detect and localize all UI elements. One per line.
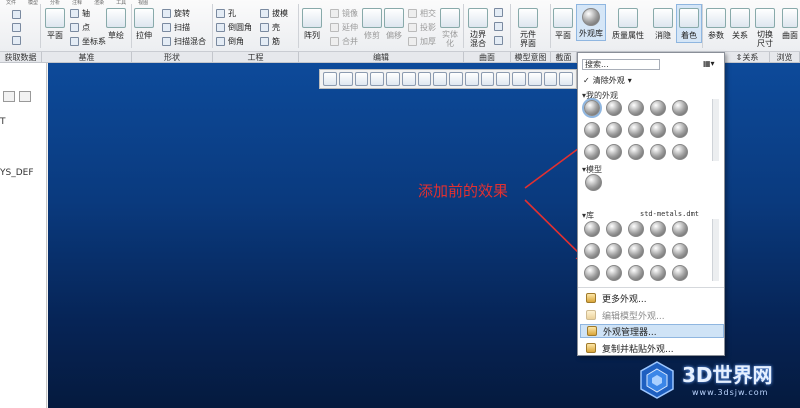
my-appearance-swatch[interactable] bbox=[606, 144, 622, 160]
library-appearance-swatch[interactable] bbox=[672, 265, 688, 281]
my-appearance-swatch[interactable] bbox=[606, 100, 622, 116]
library-appearance-swatch[interactable] bbox=[672, 243, 688, 259]
my-appearance-swatch[interactable] bbox=[606, 122, 622, 138]
clear-appearance-button[interactable]: ✓ 清除外观 ▾ bbox=[583, 75, 632, 86]
model-appearance-swatch[interactable] bbox=[585, 174, 602, 191]
watermark-logo: 3D世界网 www.3dsjw.com bbox=[640, 355, 800, 408]
library-appearance-swatch[interactable] bbox=[584, 221, 600, 237]
library-appearance-swatch[interactable] bbox=[628, 265, 644, 281]
library-appearance-swatch[interactable] bbox=[628, 243, 644, 259]
edit-model-appearance-item[interactable]: 编辑模型外观... bbox=[580, 308, 724, 322]
library-appearance-swatch[interactable] bbox=[672, 221, 688, 237]
app-window: 文件 模型 分析 注释 渲染 工具 视图 平面 轴 点 坐标系 草绘 拉伸 旋转… bbox=[0, 0, 800, 408]
my-appearance-swatch[interactable] bbox=[650, 144, 666, 160]
edit-icon bbox=[586, 310, 596, 320]
my-appearances-scrollbar[interactable] bbox=[712, 99, 719, 161]
more-appearances-item[interactable]: 更多外观... bbox=[580, 291, 724, 305]
my-appearance-swatch[interactable] bbox=[584, 100, 600, 116]
library-appearance-swatch[interactable] bbox=[650, 243, 666, 259]
cube-logo-icon bbox=[640, 361, 674, 399]
library-appearance-swatch[interactable] bbox=[584, 243, 600, 259]
appearance-gallery-dropdown: 搜索... ▦▾ ✓ 清除外观 ▾ ▾我的外观 ▾模型 ▾库 std-metal… bbox=[577, 52, 725, 356]
manager-icon bbox=[587, 326, 597, 336]
palette-menu-icon[interactable]: ▦▾ bbox=[703, 59, 715, 68]
my-appearance-swatch[interactable] bbox=[672, 144, 688, 160]
my-appearance-swatch[interactable] bbox=[672, 122, 688, 138]
my-appearance-swatch[interactable] bbox=[628, 100, 644, 116]
library-appearance-swatch[interactable] bbox=[606, 221, 622, 237]
section-library[interactable]: ▾库 bbox=[582, 210, 594, 221]
library-appearance-swatch[interactable] bbox=[606, 265, 622, 281]
library-filename: std-metals.dmt bbox=[640, 210, 700, 218]
library-appearance-swatch[interactable] bbox=[650, 221, 666, 237]
my-appearance-swatch[interactable] bbox=[584, 122, 600, 138]
my-appearance-swatch[interactable] bbox=[650, 100, 666, 116]
chevron-down-icon: ▾ bbox=[627, 76, 632, 85]
library-appearance-swatch[interactable] bbox=[584, 265, 600, 281]
copy-paste-icon bbox=[586, 343, 596, 353]
copy-paste-appearance-item[interactable]: 复制并粘贴外观... bbox=[580, 341, 724, 355]
watermark-url: www.3dsjw.com bbox=[692, 388, 769, 397]
clear-icon: ✓ bbox=[583, 76, 590, 85]
watermark-title: 3D世界网 bbox=[682, 363, 773, 387]
my-appearance-swatch[interactable] bbox=[628, 144, 644, 160]
my-appearances-grid bbox=[584, 100, 688, 160]
library-appearance-swatch[interactable] bbox=[628, 221, 644, 237]
library-scrollbar[interactable] bbox=[712, 219, 719, 281]
library-grid bbox=[584, 221, 688, 281]
palette-icon bbox=[586, 293, 596, 303]
my-appearance-swatch[interactable] bbox=[628, 122, 644, 138]
library-appearance-swatch[interactable] bbox=[650, 265, 666, 281]
library-appearance-swatch[interactable] bbox=[606, 243, 622, 259]
appearance-manager-item[interactable]: 外观管理器... bbox=[580, 324, 724, 338]
my-appearance-swatch[interactable] bbox=[650, 122, 666, 138]
menu-divider bbox=[578, 287, 724, 288]
search-input[interactable]: 搜索... bbox=[582, 59, 660, 70]
my-appearance-swatch[interactable] bbox=[584, 144, 600, 160]
my-appearance-swatch[interactable] bbox=[672, 100, 688, 116]
